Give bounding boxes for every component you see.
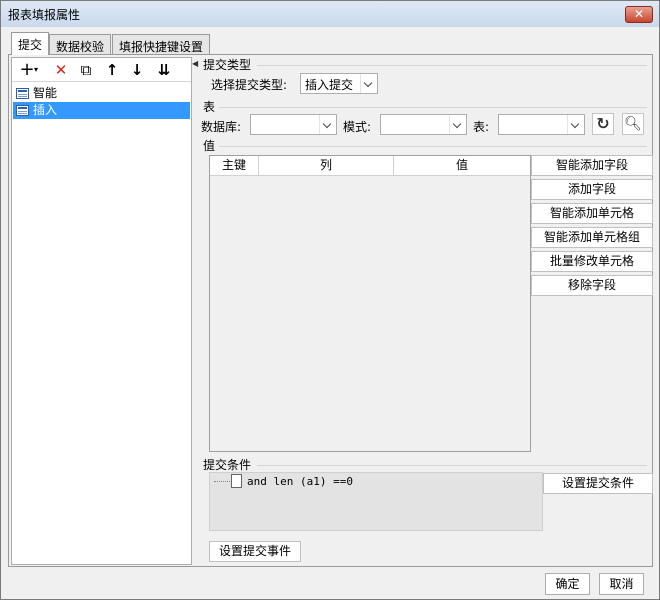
tab-panel-submit: + ▾ ✕ ⧉ ↑ ↓ ⇊ 智能 插入 ◀ 提交类型 选择提交类型: 插入提交 … bbox=[8, 54, 653, 567]
list-toolbar: + ▾ ✕ ⧉ ↑ ↓ ⇊ bbox=[12, 58, 191, 82]
document-icon bbox=[231, 474, 242, 488]
set-condition-button[interactable]: 设置提交条件 bbox=[543, 473, 653, 494]
submit-type-heading: 提交类型 bbox=[203, 58, 252, 72]
condition-expression[interactable]: and len (a1) ==0 bbox=[247, 475, 353, 488]
submit-type-select[interactable]: 插入提交 bbox=[300, 73, 378, 94]
column-header-column[interactable]: 列 bbox=[259, 156, 394, 176]
table-icon bbox=[16, 105, 29, 116]
table-heading: 表 bbox=[203, 100, 216, 114]
condition-heading: 提交条件 bbox=[203, 458, 252, 472]
dialog-window: 报表填报属性 ✕ 提交 数据校验 填报快捷键设置 + ▾ ✕ ⧉ ↑ ↓ ⇊ 智… bbox=[0, 0, 660, 600]
smart-add-field-button[interactable]: 智能添加字段 bbox=[531, 155, 653, 176]
smart-add-cell-button[interactable]: 智能添加单元格 bbox=[531, 203, 653, 224]
add-field-button[interactable]: 添加字段 bbox=[531, 179, 653, 200]
tab-submit[interactable]: 提交 bbox=[11, 32, 50, 55]
table-label: 表: bbox=[473, 120, 490, 134]
divider bbox=[257, 465, 647, 466]
mode-label: 模式: bbox=[343, 120, 372, 134]
submit-settings-pane: 提交类型 选择提交类型: 插入提交 表 数据库: 模式: 表: ↻ 🔍︎ 值 主… bbox=[199, 55, 653, 566]
list-item-label: 插入 bbox=[33, 103, 58, 117]
window-title: 报表填报属性 bbox=[8, 8, 81, 22]
preview-search-icon: 🔍︎ bbox=[624, 116, 642, 132]
divider bbox=[219, 146, 647, 147]
tree-connector bbox=[214, 481, 230, 482]
chevron-down-icon[interactable] bbox=[360, 74, 377, 93]
condition-tree[interactable]: and len (a1) ==0 bbox=[209, 472, 543, 531]
close-button[interactable]: ✕ bbox=[625, 6, 653, 23]
pane-splitter[interactable]: ◀ bbox=[192, 57, 198, 565]
batch-modify-cells-button[interactable]: 批量修改单元格 bbox=[531, 251, 653, 272]
submit-list-pane: + ▾ ✕ ⧉ ↑ ↓ ⇊ 智能 插入 bbox=[11, 57, 192, 565]
tab-data-validation[interactable]: 数据校验 bbox=[49, 34, 112, 55]
move-down-icon[interactable]: ↓ bbox=[126, 60, 148, 80]
list-item-label: 智能 bbox=[33, 86, 58, 100]
refresh-button[interactable]: ↻ bbox=[592, 113, 614, 135]
smart-add-cell-group-button[interactable]: 智能添加单元格组 bbox=[531, 227, 653, 248]
title-bar: 报表填报属性 ✕ bbox=[1, 1, 659, 27]
values-heading: 值 bbox=[203, 139, 216, 153]
delete-icon[interactable]: ✕ bbox=[50, 60, 72, 80]
add-dropdown-icon[interactable]: ▾ bbox=[31, 60, 41, 80]
field-grid[interactable]: 主键 列 值 bbox=[209, 155, 531, 452]
refresh-icon: ↻ bbox=[596, 114, 610, 133]
list-item-smart[interactable]: 智能 bbox=[13, 85, 190, 102]
chevron-down-icon[interactable] bbox=[449, 115, 466, 134]
set-submit-event-button[interactable]: 设置提交事件 bbox=[209, 541, 301, 562]
submit-type-label: 选择提交类型: bbox=[211, 78, 288, 92]
tab-shortcut-settings[interactable]: 填报快捷键设置 bbox=[112, 34, 211, 55]
chevron-down-icon[interactable] bbox=[567, 115, 584, 134]
chevron-down-icon[interactable] bbox=[319, 115, 336, 134]
database-label: 数据库: bbox=[201, 120, 242, 134]
collapse-arrow-icon[interactable]: ◀ bbox=[192, 59, 198, 68]
column-header-value[interactable]: 值 bbox=[394, 156, 530, 176]
preview-table-button[interactable]: 🔍︎ bbox=[622, 113, 644, 135]
list-item-insert[interactable]: 插入 bbox=[13, 102, 190, 119]
copy-icon[interactable]: ⧉ bbox=[75, 60, 97, 80]
ok-button[interactable]: 确定 bbox=[545, 573, 590, 595]
database-select[interactable] bbox=[250, 114, 337, 135]
divider bbox=[257, 65, 647, 66]
table-icon bbox=[16, 88, 29, 99]
column-header-primary-key[interactable]: 主键 bbox=[210, 156, 259, 176]
move-up-icon[interactable]: ↑ bbox=[101, 60, 123, 80]
mode-select[interactable] bbox=[380, 114, 467, 135]
cancel-button[interactable]: 取消 bbox=[599, 573, 644, 595]
remove-field-button[interactable]: 移除字段 bbox=[531, 275, 653, 296]
move-bottom-icon[interactable]: ⇊ bbox=[153, 60, 175, 80]
divider bbox=[219, 107, 647, 108]
grid-header: 主键 列 值 bbox=[210, 156, 530, 176]
submit-type-value: 插入提交 bbox=[305, 78, 354, 92]
table-select[interactable] bbox=[498, 114, 585, 135]
